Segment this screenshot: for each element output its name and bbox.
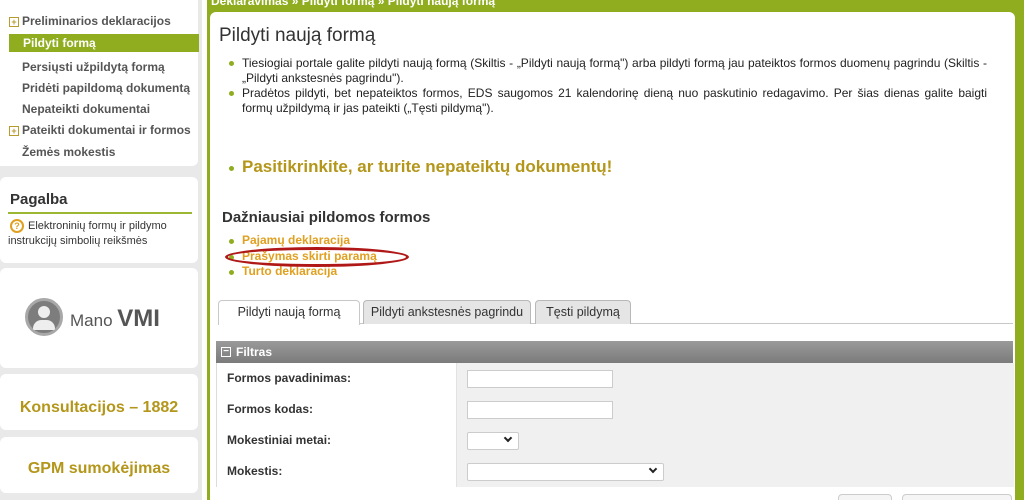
question-icon: ? [10, 219, 24, 233]
sidebar-item-label: Nepateikti dokumentai [22, 102, 151, 116]
info-item: Pradėtos pildyti, bet nepateiktos formos… [229, 86, 987, 116]
help-link[interactable]: Elektroninių formų ir pildymo instrukcij… [8, 219, 194, 249]
form-name-input[interactable] [467, 370, 613, 388]
divider [8, 212, 192, 214]
filter-button[interactable] [838, 494, 892, 500]
clear-filter-button[interactable] [902, 494, 1012, 500]
info-list: Tiesiogiai portale galite pildyti naują … [229, 56, 987, 116]
sidebar-item-preliminary-declarations[interactable]: + Preliminarios deklaracijos [9, 12, 171, 30]
consultations-link[interactable]: Konsultacijos – 1882 [0, 399, 198, 417]
collapse-icon[interactable]: − [221, 347, 231, 357]
chevron-down-icon [648, 464, 658, 474]
expand-icon[interactable]: + [9, 17, 19, 27]
sidebar-item-fill-form[interactable]: Pildyti formą [9, 34, 199, 52]
left-sidebar: + Preliminarios deklaracijos Pildyti form… [0, 0, 202, 500]
tax-label: Mokestis: [217, 456, 457, 487]
filter-cell [457, 394, 1014, 425]
page-title: Pildyti naują formą [219, 25, 376, 46]
sidebar-item-label: Persiųsti užpildytą formą [22, 60, 165, 74]
sidebar-item-label: Pridėti papildomą dokumentą [22, 81, 191, 95]
filter-title: Filtras [236, 345, 273, 359]
filter-row: Formos kodas: [217, 394, 1014, 425]
form-code-label: Formos kodas: [217, 394, 457, 425]
logo-name: VMI [117, 305, 160, 332]
highlight-annotation [225, 247, 409, 267]
help-title: Pagalba [10, 191, 68, 208]
unsubmitted-warning-link[interactable]: Pasitikrinkite, ar turite nepateiktų dok… [229, 157, 612, 177]
sidebar-item-forward-form[interactable]: Persiųsti užpildytą formą [22, 58, 165, 76]
sidebar-item-label: Žemės mokestis [22, 145, 116, 159]
tab-continue-filling[interactable]: Tęsti pildymą [535, 300, 631, 324]
tab-new-form[interactable]: Pildyti naują formą [218, 300, 360, 325]
frequent-forms-title: Dažniausiai pildomos formos [222, 209, 431, 226]
chevron-down-icon [503, 433, 513, 443]
user-avatar-icon [25, 298, 63, 336]
filter-row: Mokestis: [217, 456, 1014, 487]
sidebar-item-submitted-documents[interactable]: + Pateikti dokumentai ir formos [9, 121, 191, 139]
income-declaration-link[interactable]: Pajamų deklaracija [229, 233, 350, 248]
sidebar-item-add-document[interactable]: Pridėti papildomą dokumentą [22, 79, 190, 97]
gpm-payment-link[interactable]: GPM sumokėjimas [0, 460, 198, 478]
sidebar-item-label: Pildyti formą [23, 36, 96, 50]
filter-cell [457, 425, 1014, 456]
sidebar-item-unsubmitted-documents[interactable]: Nepateikti dokumentai [22, 100, 150, 118]
form-name-label: Formos pavadinimas: [217, 363, 457, 394]
tax-select[interactable] [467, 463, 664, 481]
filter-cell [457, 363, 1014, 394]
filter-row: Formos pavadinimas: [217, 363, 1014, 394]
tax-year-select[interactable] [467, 432, 519, 450]
tab-previous-based[interactable]: Pildyti ankstesnės pagrindu [363, 300, 531, 324]
filter-row: Mokestiniai metai: [217, 425, 1014, 456]
sidebar-item-label: Pateikti dokumentai ir formos [22, 123, 191, 137]
info-item: Tiesiogiai portale galite pildyti naują … [229, 56, 987, 86]
sidebar-item-land-tax[interactable]: Žemės mokestis [22, 143, 115, 161]
breadcrumb: Deklaravimas » Pildyti formą » Pildyti n… [211, 0, 496, 8]
mano-vmi-logo[interactable]: Mano VMI [70, 305, 160, 333]
logo-prefix: Mano [70, 311, 113, 330]
filter-cell [457, 456, 1014, 487]
form-code-input[interactable] [467, 401, 613, 419]
tax-year-label: Mokestiniai metai: [217, 425, 457, 456]
filter-header[interactable]: − Filtras [216, 341, 1013, 363]
filter-table: Formos pavadinimas: Formos kodas: Mokest… [216, 363, 1014, 487]
sidebar-item-label: Preliminarios deklaracijos [22, 14, 171, 28]
expand-icon[interactable]: + [9, 126, 19, 136]
